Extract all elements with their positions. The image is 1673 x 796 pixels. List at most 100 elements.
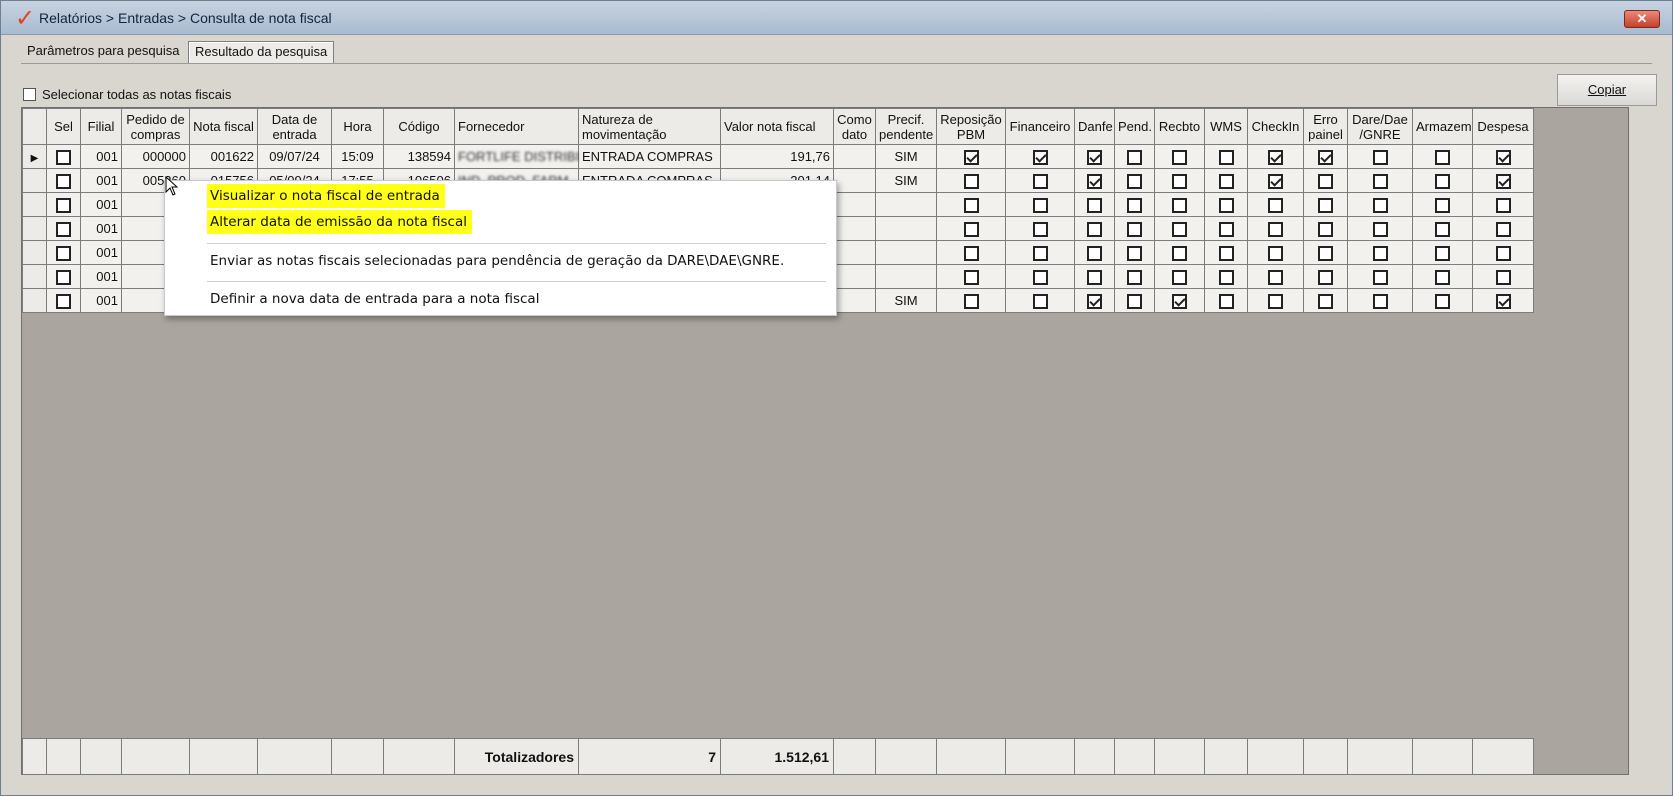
unchecked-checkbox[interactable]: [1218, 245, 1234, 261]
unchecked-checkbox[interactable]: [1318, 221, 1333, 237]
cell-dare-gnre[interactable]: [1347, 192, 1413, 217]
unchecked-checkbox[interactable]: [1372, 293, 1388, 309]
column-header-checkin[interactable]: CheckIn: [1247, 108, 1304, 145]
cell-armazem[interactable]: [1412, 192, 1473, 217]
cell-despesa[interactable]: [1472, 216, 1534, 241]
unchecked-checkbox[interactable]: [1087, 269, 1102, 285]
column-header-financeiro[interactable]: Financeiro: [1005, 108, 1075, 145]
column-header-row-indicator[interactable]: [22, 108, 47, 145]
cell-recbto[interactable]: [1154, 192, 1205, 217]
unchecked-checkbox[interactable]: [1435, 221, 1450, 237]
checked-checkbox[interactable]: [1087, 173, 1102, 189]
cell-erro-painel[interactable]: [1303, 192, 1348, 217]
cell-sel[interactable]: [46, 288, 81, 313]
cell-recbto[interactable]: [1154, 264, 1205, 289]
column-header-reposicao-pbm[interactable]: Reposição PBM: [936, 108, 1006, 145]
cell-reposicao-pbm[interactable]: [936, 240, 1006, 265]
unchecked-checkbox[interactable]: [963, 293, 979, 309]
cell-armazem[interactable]: [1412, 240, 1473, 265]
cell-danfe[interactable]: [1074, 144, 1115, 169]
column-header-natureza[interactable]: Natureza de movimentação: [578, 108, 721, 145]
unchecked-checkbox[interactable]: [56, 293, 71, 309]
cell-sel[interactable]: [46, 240, 81, 265]
cell-checkin[interactable]: [1247, 168, 1304, 193]
checked-checkbox[interactable]: [1495, 293, 1511, 309]
cell-financeiro[interactable]: [1005, 216, 1075, 241]
column-header-armazem[interactable]: Armazem: [1412, 108, 1473, 145]
cell-danfe[interactable]: [1074, 168, 1115, 193]
menu-item-set-entry-date[interactable]: Definir a nova data de entrada para a no…: [207, 287, 544, 311]
cell-despesa[interactable]: [1472, 288, 1534, 313]
column-header-como-dato[interactable]: Como dato: [833, 108, 876, 145]
checked-checkbox[interactable]: [1087, 149, 1102, 165]
cell-recbto[interactable]: [1154, 144, 1205, 169]
cell-dare-gnre[interactable]: [1347, 216, 1413, 241]
cell-dare-gnre[interactable]: [1347, 264, 1413, 289]
column-header-nota[interactable]: Nota fiscal: [189, 108, 258, 145]
tab-search-results[interactable]: Resultado da pesquisa: [188, 41, 335, 63]
cell-sel[interactable]: [46, 168, 81, 193]
unchecked-checkbox[interactable]: [1127, 269, 1142, 285]
unchecked-checkbox[interactable]: [1372, 149, 1388, 165]
cell-pend[interactable]: [1114, 192, 1155, 217]
cell-erro-painel[interactable]: [1303, 144, 1348, 169]
cell-erro-painel[interactable]: [1303, 168, 1348, 193]
unchecked-checkbox[interactable]: [56, 149, 71, 165]
cell-recbto[interactable]: [1154, 168, 1205, 193]
title-bar[interactable]: ✓ Relatórios > Entradas > Consulta de no…: [1, 1, 1672, 35]
unchecked-checkbox[interactable]: [1318, 245, 1333, 261]
cell-financeiro[interactable]: [1005, 264, 1075, 289]
unchecked-checkbox[interactable]: [56, 245, 71, 261]
unchecked-checkbox[interactable]: [1032, 245, 1048, 261]
unchecked-checkbox[interactable]: [1172, 245, 1187, 261]
unchecked-checkbox[interactable]: [1127, 149, 1142, 165]
cell-checkin[interactable]: [1247, 288, 1304, 313]
cell-wms[interactable]: [1204, 216, 1248, 241]
checked-checkbox[interactable]: [963, 149, 979, 165]
column-header-pedido[interactable]: Pedido de compras: [121, 108, 190, 145]
unchecked-checkbox[interactable]: [1372, 269, 1388, 285]
cell-checkin[interactable]: [1247, 144, 1304, 169]
unchecked-checkbox[interactable]: [1127, 245, 1142, 261]
cell-erro-painel[interactable]: [1303, 288, 1348, 313]
unchecked-checkbox[interactable]: [1318, 173, 1333, 189]
unchecked-checkbox[interactable]: [963, 269, 979, 285]
cell-erro-painel[interactable]: [1303, 240, 1348, 265]
column-header-despesa[interactable]: Despesa: [1472, 108, 1534, 145]
column-header-codigo[interactable]: Código: [383, 108, 455, 145]
unchecked-checkbox[interactable]: [1268, 221, 1283, 237]
unchecked-checkbox[interactable]: [1218, 149, 1234, 165]
unchecked-checkbox[interactable]: [1218, 221, 1234, 237]
unchecked-checkbox[interactable]: [963, 197, 979, 213]
cell-danfe[interactable]: [1074, 192, 1115, 217]
cell-dare-gnre[interactable]: [1347, 168, 1413, 193]
unchecked-checkbox[interactable]: [1435, 149, 1450, 165]
unchecked-checkbox[interactable]: [56, 221, 71, 237]
cell-danfe[interactable]: [1074, 264, 1115, 289]
unchecked-checkbox[interactable]: [56, 269, 71, 285]
cell-reposicao-pbm[interactable]: [936, 168, 1006, 193]
unchecked-checkbox[interactable]: [1435, 173, 1450, 189]
cell-danfe[interactable]: [1074, 288, 1115, 313]
cell-pend[interactable]: [1114, 168, 1155, 193]
unchecked-checkbox[interactable]: [1318, 269, 1333, 285]
cell-dare-gnre[interactable]: [1347, 288, 1413, 313]
column-header-data[interactable]: Data de entrada: [257, 108, 332, 145]
copy-button[interactable]: Copiar: [1557, 74, 1657, 106]
cell-wms[interactable]: [1204, 168, 1248, 193]
unchecked-checkbox[interactable]: [1495, 221, 1511, 237]
cell-recbto[interactable]: [1154, 288, 1205, 313]
unchecked-checkbox[interactable]: [1372, 245, 1388, 261]
unchecked-checkbox[interactable]: [1127, 293, 1142, 309]
unchecked-checkbox[interactable]: [56, 197, 71, 213]
cell-sel[interactable]: [46, 192, 81, 217]
unchecked-checkbox[interactable]: [963, 245, 979, 261]
cell-pend[interactable]: [1114, 240, 1155, 265]
unchecked-checkbox[interactable]: [1127, 221, 1142, 237]
cell-financeiro[interactable]: [1005, 144, 1075, 169]
table-row[interactable]: ▶ 001 000000 001622 09/07/24 15:09 138594 FORTL…: [22, 144, 1534, 169]
unchecked-checkbox[interactable]: [1372, 221, 1388, 237]
checked-checkbox[interactable]: [1087, 293, 1102, 309]
unchecked-checkbox[interactable]: [1268, 269, 1283, 285]
column-header-pend[interactable]: Pend.: [1114, 108, 1155, 145]
